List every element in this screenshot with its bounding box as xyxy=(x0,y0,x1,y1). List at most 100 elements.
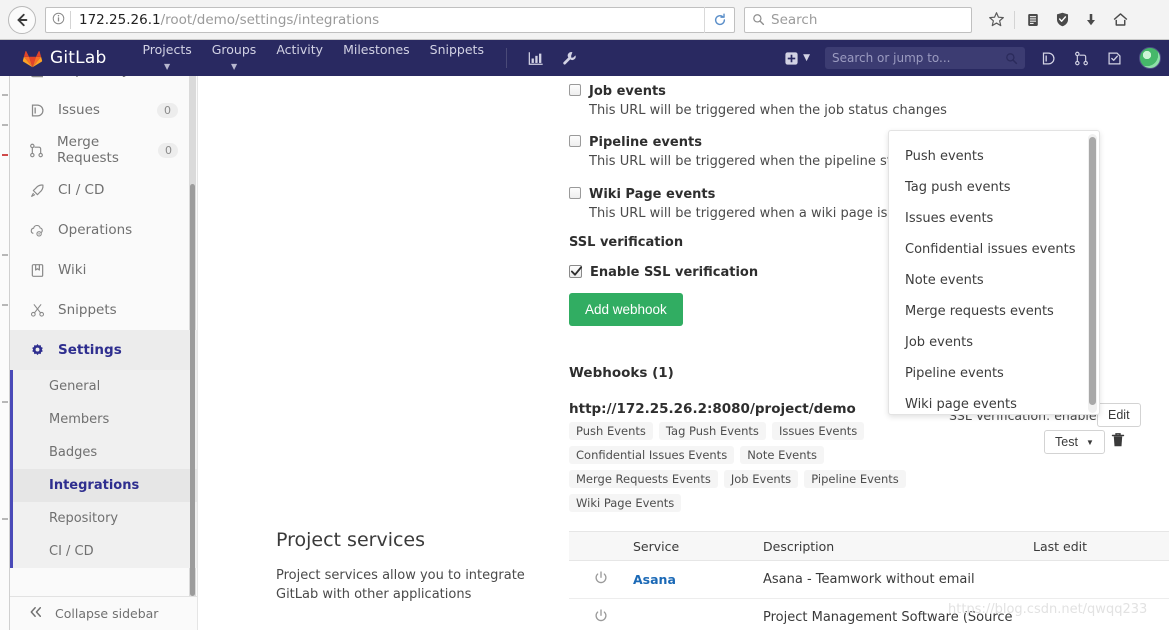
test-webhook-label: Test xyxy=(1055,435,1078,449)
test-webhook-button[interactable]: Test ▼ xyxy=(1044,430,1105,454)
sidebar-item-snippets[interactable]: Snippets xyxy=(10,290,197,330)
wrench-icon[interactable] xyxy=(553,51,586,66)
checkbox-row-job-events: Job events This URL will be triggered wh… xyxy=(569,80,947,118)
sidebar-item-settings[interactable]: Settings xyxy=(10,330,197,370)
sidebar-item-label: Issues xyxy=(58,102,100,118)
sidebar-subitem-label: Integrations xyxy=(49,478,140,493)
add-webhook-button[interactable]: Add webhook xyxy=(569,293,683,326)
service-toggle-cell[interactable] xyxy=(569,570,633,589)
nav-link-milestones[interactable]: Milestones xyxy=(333,43,420,56)
nav-link-label: Groups xyxy=(211,42,257,57)
search-icon xyxy=(1006,52,1018,64)
chart-icon[interactable] xyxy=(519,51,553,66)
sidebar-subitem-members[interactable]: Members xyxy=(13,403,197,436)
new-item-button[interactable]: ▼ xyxy=(776,51,818,66)
library-icon[interactable] xyxy=(1019,5,1047,35)
back-button[interactable] xyxy=(8,5,36,34)
sidebar-subitem-general[interactable]: General xyxy=(13,370,197,403)
webhook-tag: Job Events xyxy=(723,470,799,488)
sidebar-item-wiki[interactable]: Wiki xyxy=(10,250,197,290)
todos-icon[interactable] xyxy=(1098,51,1131,66)
job-events-checkbox-wrap[interactable]: Job events xyxy=(569,80,947,99)
service-toggle-cell[interactable] xyxy=(569,608,633,627)
pipeline-events-checkbox[interactable] xyxy=(569,135,581,147)
sidebar-subitem-repository[interactable]: Repository xyxy=(13,502,197,535)
repository-icon xyxy=(29,76,45,78)
table-row[interactable]: Asana Asana - Teamwork without email xyxy=(569,561,1169,599)
url-text: 172.25.26.1/root/demo/settings/integrati… xyxy=(71,12,379,28)
sidebar-item-operations[interactable]: Operations xyxy=(10,210,197,250)
browser-search-input[interactable]: Search xyxy=(744,6,972,33)
home-icon[interactable] xyxy=(1106,5,1134,35)
nav-link-snippets[interactable]: Snippets xyxy=(420,43,494,56)
gitlab-logo[interactable]: GitLab xyxy=(22,48,106,68)
webhook-tag: Issues Events xyxy=(771,422,865,440)
service-link-asana[interactable]: Asana xyxy=(633,572,676,587)
dropdown-scrollbar-thumb[interactable] xyxy=(1089,137,1096,405)
sidebar-subitem-integrations[interactable]: Integrations xyxy=(13,469,197,502)
reload-button[interactable] xyxy=(704,6,734,33)
url-bar[interactable]: 172.25.26.1/root/demo/settings/integrati… xyxy=(45,6,735,33)
collapse-sidebar-label: Collapse sidebar xyxy=(55,606,159,621)
table-header-row: Service Description Last edit xyxy=(569,531,1169,561)
edit-webhook-button[interactable]: Edit xyxy=(1097,403,1141,427)
shield-icon[interactable] xyxy=(1048,5,1076,35)
issues-icon[interactable] xyxy=(1032,51,1065,66)
gitlab-nav-links: Projects ▼ Groups ▼ Activity Milestones … xyxy=(132,43,494,73)
sidebar-subitem-ci-cd[interactable]: CI / CD xyxy=(13,535,197,568)
wiki-page-events-checkbox[interactable] xyxy=(569,187,581,199)
checkbox-row-wiki-page-events: Wiki Page events This URL will be trigge… xyxy=(569,183,941,221)
merge-requests-icon[interactable] xyxy=(1065,51,1098,66)
wiki-page-events-checkbox-wrap[interactable]: Wiki Page events xyxy=(569,183,941,202)
sidebar-subitem-badges[interactable]: Badges xyxy=(13,436,197,469)
dropdown-item-confidential-issues-events[interactable]: Confidential issues events xyxy=(889,234,1099,265)
sidebar-scrollbar-thumb[interactable] xyxy=(190,184,195,596)
dropdown-item-wiki-page-events[interactable]: Wiki page events xyxy=(889,389,1099,414)
event-type-dropdown[interactable]: Push events Tag push events Issues event… xyxy=(888,130,1100,415)
dropdown-item-tag-push-events[interactable]: Tag push events xyxy=(889,172,1099,203)
job-events-label: Job events xyxy=(589,84,666,99)
star-icon[interactable] xyxy=(982,5,1010,35)
sidebar-item-badge: 0 xyxy=(158,142,178,158)
avatar[interactable] xyxy=(1139,47,1161,69)
delete-webhook-button[interactable] xyxy=(1111,432,1125,452)
ssl-checkbox-wrap[interactable]: Enable SSL verification xyxy=(569,261,758,280)
nav-link-activity[interactable]: Activity xyxy=(266,43,333,56)
webhook-url: http://172.25.26.2:8080/project/demo xyxy=(569,401,856,417)
gitlab-search-input[interactable]: Search or jump to... xyxy=(825,47,1025,69)
webhook-tag: Pipeline Events xyxy=(804,470,906,488)
power-icon xyxy=(595,570,607,583)
dropdown-item-note-events[interactable]: Note events xyxy=(889,265,1099,296)
double-chevron-left-icon xyxy=(29,606,43,621)
webhook-event-tags: Push Events Tag Push Events Issues Events … xyxy=(569,420,999,516)
sidebar-item-label: Settings xyxy=(58,342,122,358)
pipeline-events-checkbox-wrap[interactable]: Pipeline events xyxy=(569,131,939,150)
dropdown-item-issues-events[interactable]: Issues events xyxy=(889,203,1099,234)
sidebar-item-issues[interactable]: Issues 0 xyxy=(10,90,197,130)
ssl-checkbox[interactable] xyxy=(569,265,583,278)
nav-link-label: Milestones xyxy=(343,42,410,57)
merge-requests-icon xyxy=(29,143,44,158)
sidebar-item-repository[interactable]: Repository xyxy=(10,76,197,90)
dropdown-item-merge-requests-events[interactable]: Merge requests events xyxy=(889,296,1099,327)
job-events-checkbox[interactable] xyxy=(569,84,581,96)
caret-down-icon: ▼ xyxy=(1085,437,1094,447)
gear-icon xyxy=(29,343,45,358)
sidebar-subitem-label: Members xyxy=(49,412,110,427)
download-icon[interactable] xyxy=(1077,5,1105,35)
service-name-cell[interactable]: Asana xyxy=(633,572,763,588)
info-icon[interactable] xyxy=(46,12,70,28)
sidebar-item-merge-requests[interactable]: Merge Requests 0 xyxy=(10,130,197,170)
browser-toolbar-icons xyxy=(982,5,1134,35)
nav-link-projects[interactable]: Projects ▼ xyxy=(132,43,201,73)
sidebar-item-ci-cd[interactable]: CI / CD xyxy=(10,170,197,210)
sidebar-item-label: Snippets xyxy=(58,302,117,318)
dropdown-item-pipeline-events[interactable]: Pipeline events xyxy=(889,358,1099,389)
dropdown-item-job-events[interactable]: Job events xyxy=(889,327,1099,358)
dropdown-item-push-events[interactable]: Push events xyxy=(889,141,1099,172)
collapse-sidebar-button[interactable]: Collapse sidebar xyxy=(10,596,197,630)
nav-link-groups[interactable]: Groups ▼ xyxy=(202,43,267,73)
wiki-page-events-label: Wiki Page events xyxy=(589,187,716,202)
webhook-tag: Push Events xyxy=(569,422,653,440)
gitlab-tanuki-icon xyxy=(22,51,43,68)
